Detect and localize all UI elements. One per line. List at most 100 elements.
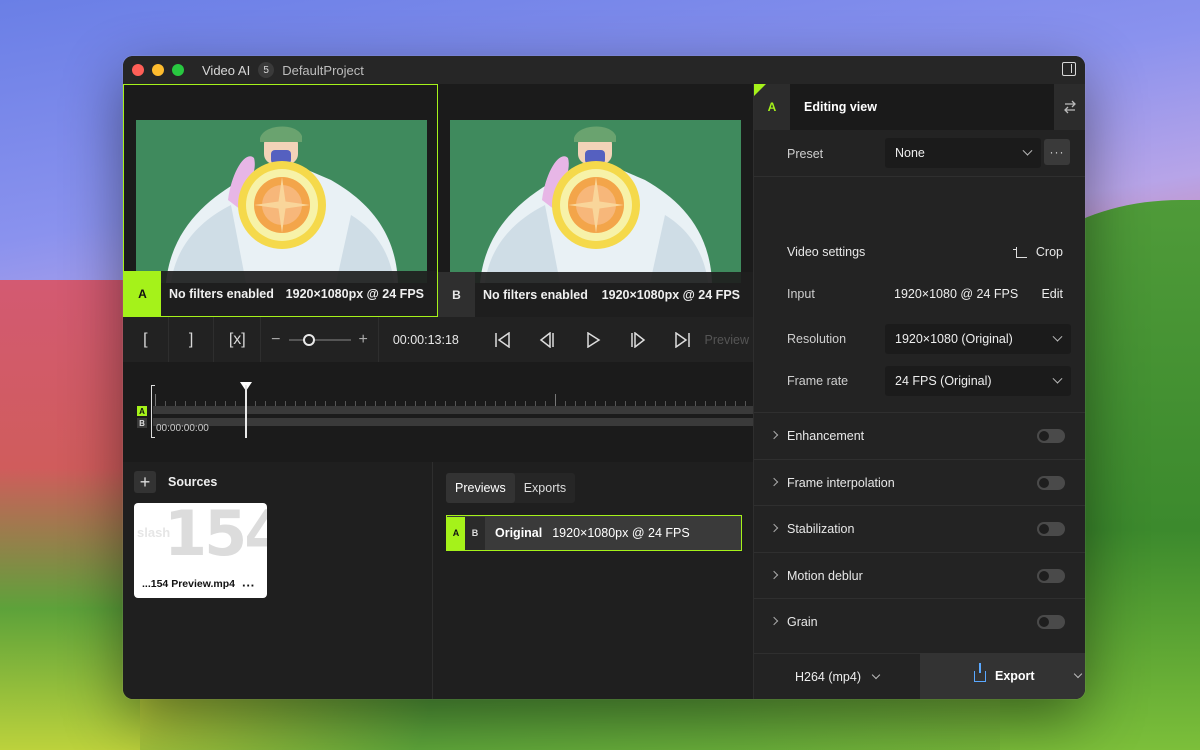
motion-deblur-toggle[interactable] bbox=[1037, 569, 1065, 583]
preview-b-marker[interactable]: B bbox=[465, 516, 485, 550]
swap-icon bbox=[1064, 100, 1076, 114]
ruler-tick bbox=[155, 394, 156, 406]
sidebar-toggle-icon[interactable] bbox=[1062, 62, 1076, 76]
project-count-badge[interactable]: 5 bbox=[258, 62, 275, 78]
export-button[interactable]: Export bbox=[920, 653, 1085, 699]
zoom-slider[interactable] bbox=[288, 333, 351, 346]
next-frame-button[interactable] bbox=[615, 331, 660, 348]
stabilization-toggle[interactable] bbox=[1037, 522, 1065, 536]
tab-previews[interactable]: Previews bbox=[446, 473, 515, 503]
grain-toggle[interactable] bbox=[1037, 615, 1065, 629]
viewer-a-label: A bbox=[124, 271, 161, 316]
track-b-label: B bbox=[137, 418, 147, 428]
swap-view-button[interactable] bbox=[1054, 84, 1085, 130]
frame-rate-label: Frame rate bbox=[787, 374, 849, 388]
source-thumbnail-number: 154 bbox=[164, 503, 267, 570]
chevron-right-icon bbox=[769, 477, 779, 487]
app-title: Video AI bbox=[202, 62, 251, 78]
preview-spec: 1920×1080px @ 24 FPS bbox=[552, 526, 690, 540]
ruler-tick bbox=[555, 394, 556, 406]
chevron-down-icon bbox=[871, 670, 881, 679]
chevron-right-icon bbox=[769, 430, 779, 440]
video-still-illustration bbox=[136, 120, 427, 283]
filter-row-stabilization[interactable]: Stabilization bbox=[754, 505, 1085, 551]
preview-name: Original bbox=[495, 526, 543, 540]
filter-name: Grain bbox=[787, 615, 818, 629]
chevron-down-icon[interactable] bbox=[1073, 669, 1082, 679]
track-a[interactable] bbox=[153, 406, 753, 414]
frame-interpolation-toggle[interactable] bbox=[1037, 476, 1065, 490]
crop-label: Crop bbox=[1035, 245, 1063, 259]
mark-out-button[interactable]: ] bbox=[169, 317, 215, 362]
edit-input-button[interactable]: Edit bbox=[1041, 287, 1063, 301]
playhead[interactable] bbox=[245, 385, 247, 438]
filter-name: Stabilization bbox=[787, 522, 855, 536]
chevron-down-icon bbox=[1052, 373, 1063, 384]
previews-tabs: Previews Exports bbox=[446, 473, 576, 503]
filter-row-frame-interpolation[interactable]: Frame interpolation bbox=[754, 459, 1085, 505]
zoom-out-button[interactable]: − bbox=[271, 331, 280, 349]
zoom-slider-handle[interactable] bbox=[302, 333, 315, 346]
export-format-value: H264 (mp4) bbox=[795, 669, 861, 684]
crop-button[interactable]: Crop bbox=[1012, 245, 1063, 259]
preview-list-item[interactable]: A B Original 1920×1080px @ 24 FPS bbox=[446, 515, 742, 551]
viewer-b-filter-status: No filters enabled bbox=[483, 287, 588, 302]
zoom-window-button[interactable] bbox=[172, 64, 184, 76]
source-more-button[interactable]: ··· bbox=[242, 578, 255, 593]
filter-name: Enhancement bbox=[787, 429, 865, 443]
input-value: 1920×1080 @ 24 FPS bbox=[894, 287, 1019, 301]
desktop-hill-left bbox=[0, 280, 140, 750]
source-item[interactable]: 154 slash ...154 Preview.mp4 ··· bbox=[134, 503, 267, 598]
active-corner-marker bbox=[754, 84, 766, 96]
viewer-a-info-bar: A No filters enabled 1920×1080px @ 24 FP… bbox=[124, 271, 437, 316]
close-window-button[interactable] bbox=[132, 64, 144, 76]
filter-row-motion-deblur[interactable]: Motion deblur bbox=[754, 552, 1085, 598]
frame-rate-dropdown[interactable]: 24 FPS (Original) bbox=[885, 366, 1071, 396]
sources-title: Sources bbox=[168, 475, 218, 489]
video-still-illustration bbox=[450, 120, 741, 283]
video-frame-a bbox=[136, 120, 427, 283]
timeline[interactable]: A B 00:00:00:00 bbox=[123, 362, 753, 462]
preview-a-marker[interactable]: A bbox=[447, 516, 465, 550]
play-button[interactable] bbox=[570, 331, 615, 348]
video-frame-b bbox=[450, 120, 741, 283]
input-label: Input bbox=[787, 287, 815, 301]
next-frame-icon bbox=[631, 331, 646, 348]
viewer-a-filter-status: No filters enabled bbox=[169, 286, 274, 301]
window-controls bbox=[132, 64, 184, 76]
chevron-right-icon bbox=[769, 616, 779, 626]
chevron-down-icon bbox=[1022, 145, 1033, 156]
prev-frame-icon bbox=[539, 331, 554, 348]
preset-more-button[interactable]: ··· bbox=[1044, 139, 1070, 165]
preview-button[interactable]: Preview bbox=[705, 333, 749, 347]
filter-row-grain[interactable]: Grain bbox=[754, 598, 1085, 644]
add-source-button[interactable]: + bbox=[134, 471, 156, 493]
enhancement-toggle[interactable] bbox=[1037, 429, 1065, 443]
preset-label: Preset bbox=[787, 147, 824, 161]
viewer-a-spec: 1920×1080px @ 24 FPS bbox=[285, 286, 424, 301]
viewer-a[interactable]: A No filters enabled 1920×1080px @ 24 FP… bbox=[123, 84, 438, 317]
sources-panel: + Sources 154 slash ...154 Preview.mp4 ·… bbox=[123, 462, 433, 699]
viewer-b-spec: 1920×1080px @ 24 FPS bbox=[601, 287, 740, 302]
minimize-window-button[interactable] bbox=[152, 64, 164, 76]
source-thumbnail-word: slash bbox=[137, 525, 171, 540]
video-settings-title: Video settings bbox=[787, 245, 866, 259]
previews-panel: Previews Exports A B Original 1920×1080p… bbox=[434, 462, 753, 699]
filter-row-enhancement[interactable]: Enhancement bbox=[754, 412, 1085, 458]
mark-in-button[interactable]: [ bbox=[123, 317, 169, 362]
section-divider bbox=[754, 176, 1085, 177]
zoom-in-button[interactable]: + bbox=[359, 331, 368, 349]
chevron-down-icon bbox=[1052, 331, 1063, 342]
export-format-dropdown[interactable]: H264 (mp4) bbox=[754, 653, 920, 699]
share-icon bbox=[974, 662, 986, 682]
tab-exports[interactable]: Exports bbox=[515, 473, 575, 503]
viewer-b[interactable]: B No filters enabled 1920×1080px @ 24 FP… bbox=[438, 84, 753, 317]
track-b[interactable] bbox=[153, 418, 753, 426]
project-name[interactable]: DefaultProject bbox=[282, 63, 364, 78]
clear-marks-button[interactable]: [x] bbox=[214, 317, 262, 362]
skip-to-end-button[interactable] bbox=[660, 331, 705, 348]
resolution-dropdown[interactable]: 1920×1080 (Original) bbox=[885, 324, 1071, 354]
previous-frame-button[interactable] bbox=[526, 331, 571, 348]
preset-dropdown[interactable]: None bbox=[885, 138, 1041, 168]
skip-to-start-button[interactable] bbox=[481, 331, 526, 348]
